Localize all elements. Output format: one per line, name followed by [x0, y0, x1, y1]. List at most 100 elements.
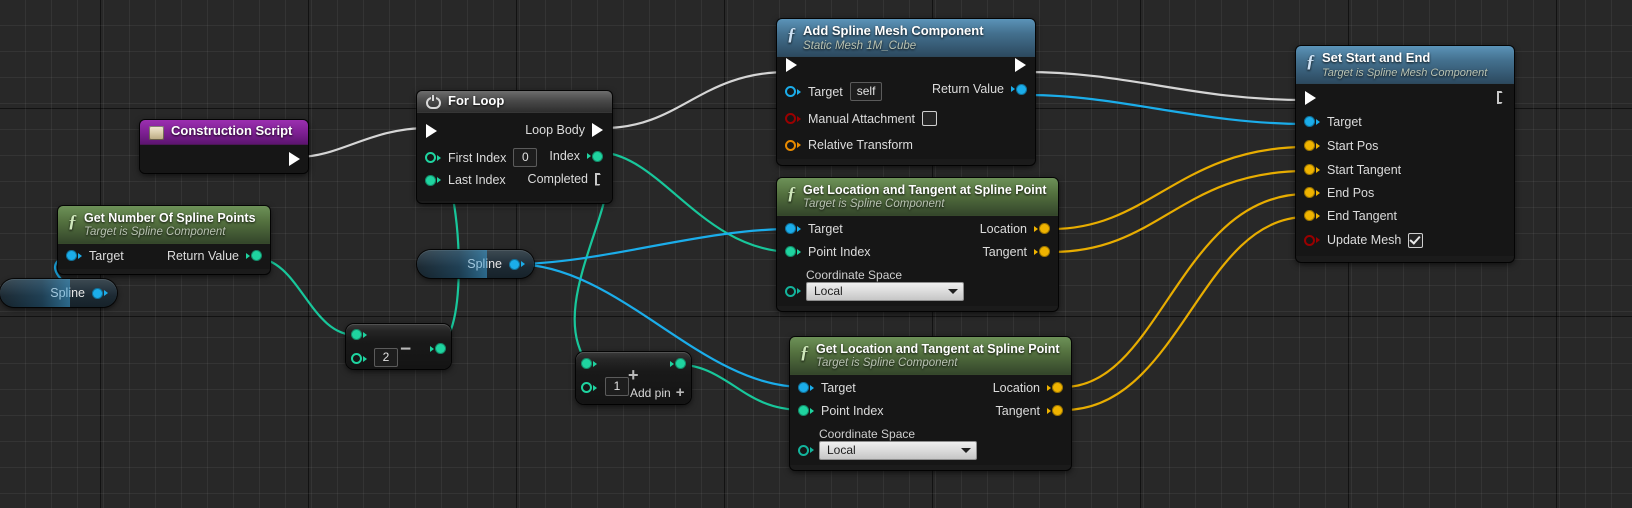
node-subtract[interactable]: 2 −	[346, 324, 451, 369]
node-get-location-and-tangent-1[interactable]: ƒ Get Location and Tangent at Spline Poi…	[777, 178, 1058, 311]
coordinate-space-dropdown[interactable]: Local	[806, 281, 964, 301]
pin-manual-attachment-input[interactable]: Manual Attachment	[785, 111, 938, 127]
int-pin-icon	[351, 329, 362, 340]
object-pin-icon	[1304, 116, 1315, 128]
pin-target-input[interactable]: Target self	[785, 82, 883, 102]
exec-out-icon	[595, 173, 603, 186]
vector-pin-icon	[1039, 223, 1050, 235]
pin-target-input[interactable]: Target	[66, 249, 124, 263]
add-output[interactable]	[670, 358, 686, 369]
set-start-end-exec-out[interactable]	[1497, 91, 1505, 104]
pin-target-input[interactable]: Target	[798, 381, 856, 395]
pin-relative-transform-input[interactable]: Relative Transform	[785, 138, 913, 152]
pin-tangent-output[interactable]: Tangent	[996, 404, 1063, 418]
subtract-input-b[interactable]	[351, 353, 367, 364]
pin-location-output[interactable]: Location	[980, 222, 1050, 236]
vector-pin-icon	[1304, 164, 1315, 176]
pin-label: End Pos	[1327, 185, 1375, 200]
exec-out-icon	[592, 123, 603, 137]
for-loop-first-index-input[interactable]: First Index 0	[425, 148, 538, 167]
pin-start-tangent-input[interactable]: Start Tangent	[1304, 163, 1401, 177]
node-title: Add Spline Mesh Component	[803, 23, 984, 38]
node-set-start-and-end[interactable]: ƒ Set Start and End Target is Spline Mes…	[1296, 46, 1514, 262]
node-add-spline-mesh-component[interactable]: ƒ Add Spline Mesh Component Static Mesh …	[777, 19, 1035, 165]
subtract-input-a[interactable]	[351, 329, 367, 340]
pin-coordinate-space-input[interactable]	[798, 444, 814, 456]
pin-label: Target	[1327, 114, 1362, 129]
variable-node-spline-mid[interactable]: Spline	[417, 250, 534, 278]
struct-pin-icon	[785, 139, 796, 151]
pin-start-pos-input[interactable]: Start Pos	[1304, 139, 1378, 153]
pin-point-index-input[interactable]: Point Index	[785, 245, 871, 259]
variable-node-spline-left[interactable]: Spline	[0, 279, 117, 307]
for-loop-header: For Loop	[417, 91, 612, 113]
manual-attachment-checkbox[interactable]	[922, 111, 938, 127]
node-get-number-of-spline-points[interactable]: ƒ Get Number Of Spline Points Target is …	[58, 206, 270, 274]
pin-return-value-output[interactable]: Return Value	[167, 249, 262, 263]
pin-location-output[interactable]: Location	[993, 381, 1063, 395]
target-self-value[interactable]: self	[849, 82, 883, 102]
pin-coordinate-space-input[interactable]	[785, 285, 801, 297]
chevron-down-icon	[961, 447, 971, 453]
construction-script-title: Construction Script	[171, 123, 293, 138]
node-construction-script[interactable]: Construction Script	[140, 120, 308, 173]
pin-label: Tangent	[995, 403, 1040, 418]
add-pin-label: Add pin	[630, 385, 671, 400]
exec-out-icon	[1497, 91, 1505, 104]
plus-icon: +	[675, 384, 685, 401]
subtract-output[interactable]	[430, 343, 446, 354]
add-pin-button[interactable]: Add pin +	[630, 385, 684, 400]
blueprint-graph-canvas[interactable]: Construction Script ƒ Get Number Of Spli…	[0, 0, 1632, 508]
pin-label: Last Index	[448, 173, 506, 187]
pin-target-input[interactable]: Target	[1304, 115, 1362, 129]
function-f-icon: ƒ	[68, 211, 77, 231]
set-start-end-exec-in[interactable]	[1305, 90, 1316, 105]
int-pin-icon	[435, 343, 446, 354]
for-loop-completed-out[interactable]: Completed	[528, 172, 603, 186]
for-loop-last-index-input[interactable]: Last Index	[425, 173, 506, 187]
node-for-loop[interactable]: For Loop Loop Body First Index 0 Index L…	[417, 91, 612, 203]
add-input-b[interactable]	[581, 382, 597, 393]
pin-label: Location	[992, 380, 1040, 395]
function-f-icon: ƒ	[787, 183, 796, 203]
object-pin-icon	[1016, 83, 1027, 95]
chevron-down-icon	[948, 288, 958, 294]
int-pin-icon	[425, 152, 436, 163]
add-value-b[interactable]: 1	[605, 377, 629, 396]
node-subtitle: Target is Spline Component	[816, 357, 958, 369]
int-pin-icon	[581, 382, 592, 393]
for-loop-exec-in[interactable]	[426, 124, 437, 138]
object-pin-icon	[509, 258, 520, 270]
add-spline-mesh-exec-out[interactable]	[1015, 58, 1026, 73]
int-pin-icon	[581, 358, 592, 369]
pin-update-mesh-input[interactable]: Update Mesh	[1304, 232, 1424, 248]
first-index-value[interactable]: 0	[513, 148, 538, 167]
coordinate-space-dropdown[interactable]: Local	[819, 440, 977, 460]
pin-label: Update Mesh	[1327, 233, 1402, 248]
exec-in-icon	[786, 58, 797, 73]
pin-point-index-input[interactable]: Point Index	[798, 404, 884, 418]
pin-return-value-output[interactable]: Return Value	[932, 82, 1027, 96]
pin-end-pos-input[interactable]: End Pos	[1304, 186, 1374, 200]
pin-tangent-output[interactable]: Tangent	[983, 245, 1050, 259]
add-spline-mesh-exec-in[interactable]	[786, 58, 797, 73]
pin-target-input[interactable]: Target	[785, 222, 843, 236]
add-spline-mesh-header: ƒ Add Spline Mesh Component Static Mesh …	[777, 19, 1035, 58]
for-loop-loop-body-out[interactable]: Loop Body	[525, 123, 603, 137]
coordinate-space-label: Coordinate Space	[806, 267, 903, 282]
node-get-location-and-tangent-2[interactable]: ƒ Get Location and Tangent at Spline Poi…	[790, 337, 1071, 470]
subtract-value-b[interactable]: 2	[374, 348, 398, 367]
variable-label: Spline	[50, 286, 85, 300]
function-f-icon: ƒ	[800, 342, 809, 362]
object-pin-icon	[92, 287, 103, 299]
coordinate-space-label: Coordinate Space	[819, 426, 916, 441]
int-pin-icon	[251, 250, 262, 262]
update-mesh-checkbox[interactable]	[1408, 232, 1424, 248]
construction-script-exec-out[interactable]	[289, 152, 300, 166]
pin-end-tangent-input[interactable]: End Tangent	[1304, 209, 1397, 223]
pin-label: Start Pos	[1327, 138, 1379, 153]
add-input-a[interactable]	[581, 358, 597, 369]
for-loop-index-out[interactable]: Index	[549, 149, 603, 163]
pin-label: Start Tangent	[1327, 162, 1402, 177]
pin-label: Target	[808, 221, 843, 236]
